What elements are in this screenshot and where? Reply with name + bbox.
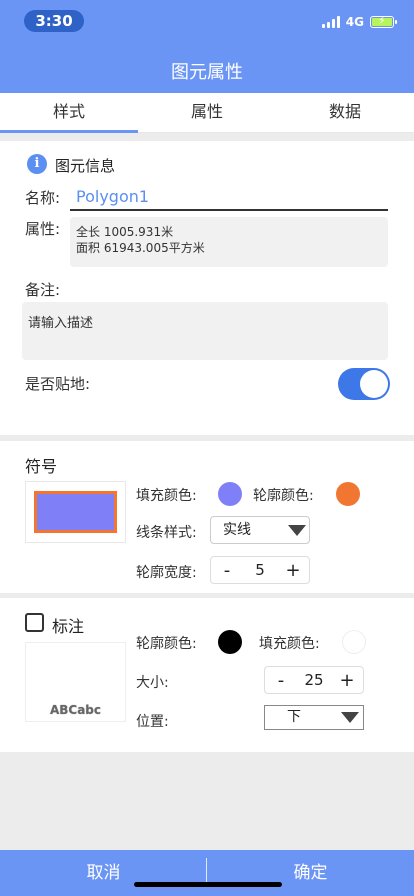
outline-width-value: 5 — [255, 561, 265, 579]
charging-icon: ⚡ — [378, 14, 386, 27]
note-input[interactable]: 请输入描述 — [22, 302, 388, 360]
attr-label: 属性: — [25, 220, 61, 238]
fill-color-swatch[interactable] — [218, 482, 242, 506]
status-icons: 4G ⚡ — [321, 14, 397, 30]
ground-toggle[interactable] — [338, 368, 390, 400]
anno-fill-color-label: 填充颜色: — [259, 636, 320, 652]
network-type: 4G — [345, 15, 364, 29]
page-title: 图元属性 — [171, 62, 243, 83]
note-label: 备注: — [25, 281, 61, 299]
footer-bar: 取消 确定 — [0, 850, 414, 896]
symbol-section: 符号 填充颜色: 轮廓颜色: 线条样式: 实线 轮廓宽度: - 5 + — [0, 441, 414, 593]
outline-width-stepper: - 5 + — [210, 556, 310, 584]
increment-button[interactable]: + — [285, 560, 301, 581]
annotation-checkbox[interactable] — [25, 613, 44, 632]
annotation-section-title: 标注 — [52, 617, 85, 636]
line-style-value: 实线 — [223, 522, 251, 538]
info-icon: i — [27, 154, 47, 174]
position-label: 位置: — [136, 714, 169, 730]
position-value: 下 — [287, 709, 301, 725]
tab-style[interactable]: 样式 — [0, 93, 138, 133]
outline-color-swatch[interactable] — [336, 482, 360, 506]
dropdown-arrow-icon — [341, 712, 359, 723]
anno-fill-color-swatch[interactable] — [342, 630, 366, 654]
attr-value-box: 全长 1005.931米 面积 61943.005平方米 — [70, 217, 388, 267]
size-increment-button[interactable]: + — [339, 670, 355, 691]
anno-outline-color-swatch[interactable] — [218, 630, 242, 654]
tab-bar: 样式 属性 数据 — [0, 93, 414, 133]
size-stepper: - 25 + — [264, 666, 364, 694]
info-section-title: 图元信息 — [55, 157, 116, 175]
line-style-label: 线条样式: — [136, 525, 197, 541]
battery-icon: ⚡ — [370, 14, 397, 28]
name-underline — [70, 209, 388, 211]
confirm-button[interactable]: 确定 — [207, 850, 414, 896]
annotation-preview: ABCabc — [25, 642, 126, 722]
attr-area: 面积 61943.005平方米 — [76, 241, 205, 255]
dropdown-arrow-icon — [288, 525, 306, 536]
element-info-section: i 图元信息 名称: Polygon1 属性: 全长 1005.931米 面积 … — [0, 141, 414, 435]
cancel-button[interactable]: 取消 — [0, 850, 207, 896]
position-select[interactable]: 下 — [264, 705, 364, 730]
size-label: 大小: — [136, 675, 169, 691]
line-style-select[interactable]: 实线 — [210, 516, 310, 544]
outline-width-label: 轮廓宽度: — [136, 565, 197, 581]
decrement-button[interactable]: - — [219, 560, 235, 581]
tab-attributes[interactable]: 属性 — [138, 93, 276, 132]
anno-outline-color-label: 轮廓颜色: — [136, 636, 197, 652]
attr-length: 全长 1005.931米 — [76, 225, 174, 239]
annotation-section: 标注 ABCabc 轮廓颜色: 填充颜色: 大小: - 25 + 位置: 下 — [0, 598, 414, 752]
polygon-preview — [34, 491, 117, 533]
status-time: 3:30 — [24, 10, 84, 32]
home-indicator — [134, 882, 282, 887]
size-decrement-button[interactable]: - — [273, 670, 289, 691]
tab-data[interactable]: 数据 — [276, 93, 414, 132]
annotation-preview-text: ABCabc — [49, 703, 102, 717]
size-value: 25 — [304, 671, 324, 689]
footer-divider — [206, 858, 207, 884]
signal-icon — [321, 16, 340, 28]
fill-color-label: 填充颜色: — [136, 488, 197, 504]
name-label: 名称: — [25, 189, 61, 207]
ground-label: 是否贴地: — [25, 375, 91, 393]
header: 3:30 4G ⚡ 图元属性 — [0, 0, 414, 93]
name-input[interactable]: Polygon1 — [76, 187, 149, 206]
symbol-preview — [25, 481, 126, 543]
outline-color-label: 轮廓颜色: — [253, 488, 314, 504]
symbol-section-title: 符号 — [25, 457, 58, 476]
